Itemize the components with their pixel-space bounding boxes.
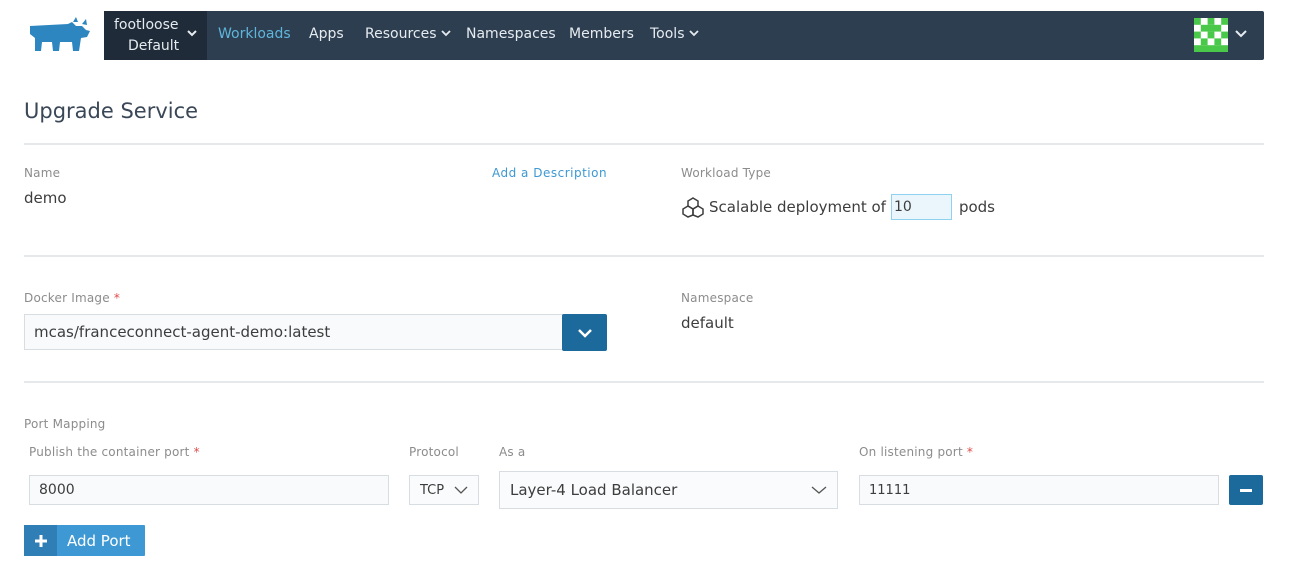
page-title: Upgrade Service bbox=[24, 99, 199, 123]
listening-port-input[interactable] bbox=[859, 475, 1219, 505]
scalable-deployment-icon bbox=[682, 197, 704, 218]
chevron-down-icon bbox=[811, 486, 827, 494]
workload-type-prefix: Scalable deployment of bbox=[709, 198, 886, 216]
as-a-label: As a bbox=[499, 445, 526, 459]
workload-type-suffix: pods bbox=[958, 198, 995, 216]
name-label: Name bbox=[24, 166, 61, 180]
listening-port-label: On listening port * bbox=[859, 445, 974, 459]
protocol-select[interactable]: TCP bbox=[409, 475, 479, 505]
docker-image-label: Docker Image * bbox=[24, 291, 121, 305]
cluster-name: footloose bbox=[114, 17, 179, 33]
chevron-down-icon bbox=[454, 486, 468, 494]
container-port-input[interactable] bbox=[29, 475, 389, 505]
workload-type-label: Workload Type bbox=[681, 166, 772, 180]
namespace-label: Namespace bbox=[681, 291, 754, 305]
add-port-label: Add Port bbox=[67, 531, 131, 550]
chevron-down-icon[interactable] bbox=[1234, 27, 1248, 41]
chevron-down-icon bbox=[577, 328, 592, 338]
container-port-label: Publish the container port * bbox=[29, 445, 200, 459]
divider bbox=[24, 381, 1264, 383]
nav-apps[interactable]: Apps bbox=[309, 26, 344, 42]
divider bbox=[24, 143, 1264, 145]
minus-icon bbox=[1240, 488, 1252, 492]
project-name: Default bbox=[128, 38, 180, 54]
name-value[interactable]: demo bbox=[24, 189, 67, 207]
rancher-cow-logo-icon[interactable] bbox=[24, 16, 92, 52]
nav-workloads[interactable]: Workloads bbox=[218, 26, 291, 42]
protocol-label: Protocol bbox=[409, 445, 459, 459]
service-type-select[interactable]: Layer-4 Load Balancer bbox=[499, 471, 838, 509]
add-port-button[interactable]: Add Port bbox=[24, 525, 145, 556]
nav-resources[interactable]: Resources bbox=[365, 26, 451, 42]
service-type-value: Layer-4 Load Balancer bbox=[510, 481, 678, 499]
user-avatar-icon[interactable] bbox=[1194, 18, 1228, 52]
plus-icon bbox=[24, 525, 57, 556]
port-mapping-label: Port Mapping bbox=[24, 417, 106, 431]
cluster-project-switcher[interactable]: footloose Default bbox=[104, 11, 207, 60]
chevron-down-icon bbox=[688, 30, 699, 37]
image-dropdown-button[interactable] bbox=[562, 314, 607, 351]
add-description-link[interactable]: Add a Description bbox=[492, 166, 607, 180]
top-navigation-bar: footloose Default Workloads Apps Resourc… bbox=[104, 11, 1264, 60]
nav-tools[interactable]: Tools bbox=[650, 26, 699, 42]
protocol-value: TCP bbox=[420, 482, 445, 498]
chevron-down-icon bbox=[440, 30, 451, 37]
remove-port-button[interactable] bbox=[1229, 475, 1263, 505]
namespace-value: default bbox=[681, 314, 734, 332]
scale-input[interactable] bbox=[890, 194, 952, 220]
divider bbox=[24, 255, 1264, 257]
chevron-down-icon bbox=[187, 30, 197, 37]
nav-members[interactable]: Members bbox=[569, 26, 634, 42]
workload-type-row: Scalable deployment of pods bbox=[682, 194, 995, 220]
docker-image-input[interactable] bbox=[24, 314, 563, 350]
nav-namespaces[interactable]: Namespaces bbox=[466, 26, 556, 42]
